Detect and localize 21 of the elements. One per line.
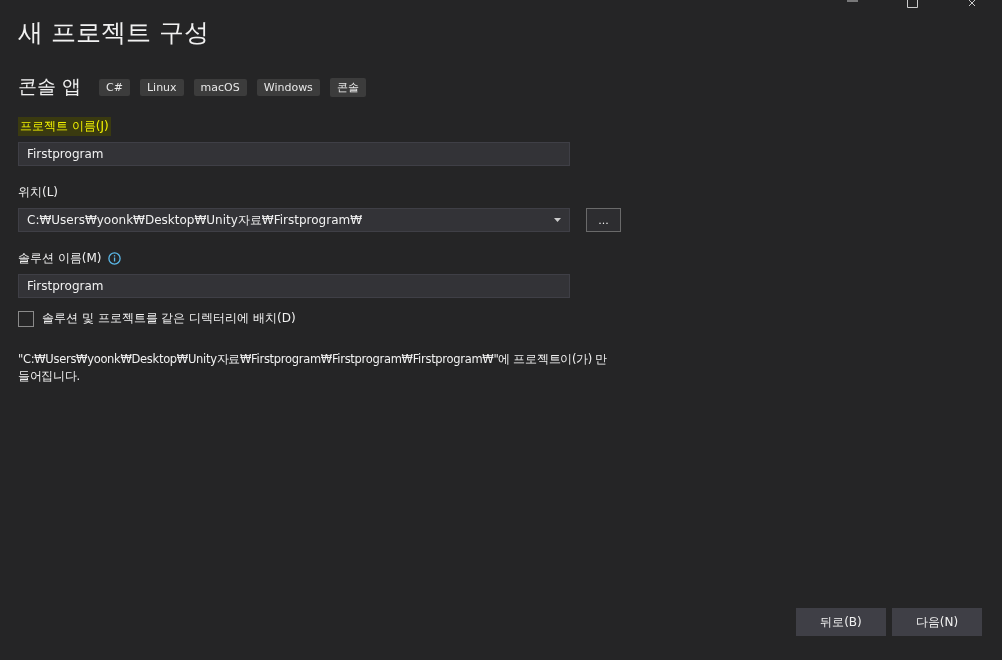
- text-field[interactable]: Firstprogram: [18, 274, 570, 298]
- checkbox[interactable]: [18, 310, 34, 327]
- location-combo[interactable]: C:₩Users₩yoonk₩Desktop₩Unity자료₩Firstprogram₩: [18, 208, 570, 232]
- window-title: 새 프로젝트 구성: [18, 17, 210, 49]
- browse-button[interactable]: ...: [586, 208, 621, 232]
- tag: Linux: [139, 78, 184, 96]
- summary-text: "C:₩Users₩yoonk₩Desktop₩Unity자료₩Firstprogram₩Firstprogram₩Firstprogram₩"에 프로젝트이(가) 만들어집니다.: [18, 351, 609, 385]
- tag: macOS: [193, 78, 247, 96]
- info-icon[interactable]: [107, 251, 121, 265]
- template-name: 콘솔 앱: [18, 74, 82, 99]
- text-field[interactable]: Firstprogram: [18, 142, 570, 166]
- field-label: 솔루션 이름(M): [18, 249, 102, 267]
- tag: C#: [99, 78, 130, 96]
- caret-icon: [554, 218, 561, 222]
- field-label: 위치(L): [18, 183, 59, 201]
- checkbox-label: 솔루션 및 프로젝트를 같은 디렉터리에 배치(D): [42, 310, 296, 327]
- tag: 콘솔: [329, 77, 366, 97]
- field-label: 프로젝트 이름(J): [18, 116, 111, 136]
- back-button[interactable]: 뒤로(B): [796, 608, 886, 636]
- tag: Windows: [256, 78, 320, 96]
- next-button[interactable]: 다음(N): [892, 608, 982, 636]
